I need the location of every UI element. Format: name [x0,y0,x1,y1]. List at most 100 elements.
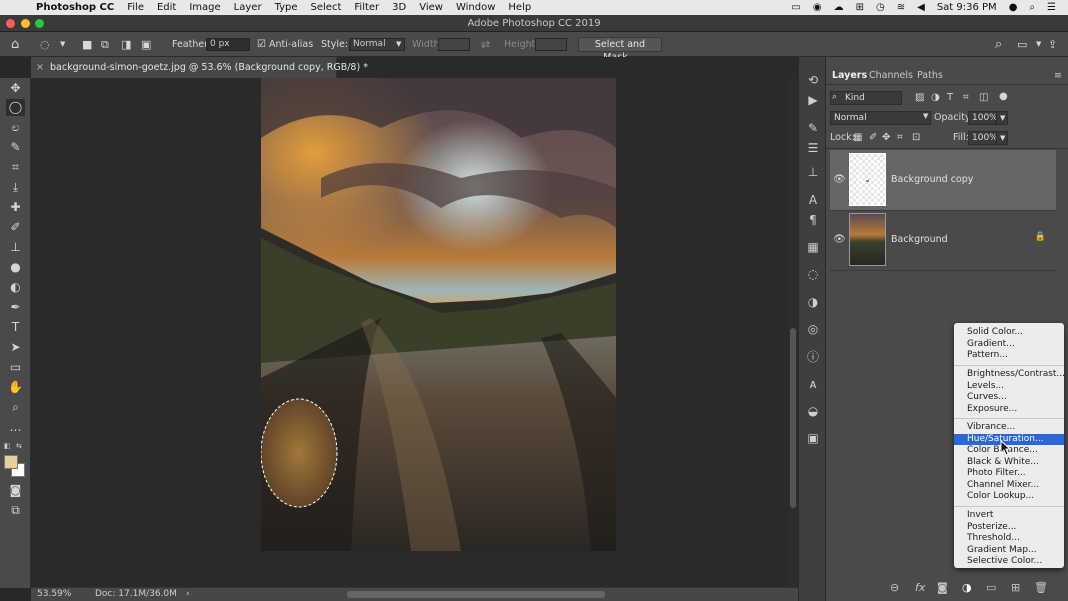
intersect-selection-icon[interactable]: ▣ [141,32,151,57]
more-tools-icon[interactable]: … [6,419,25,436]
new-selection-icon[interactable]: ■ [82,32,92,57]
adjustment-layer-icon[interactable]: ◑ [962,581,972,594]
menu-item-posterize[interactable]: Posterize... [954,522,1064,534]
color-icon[interactable]: ◑ [804,293,822,311]
elliptical-marquee-tool-icon[interactable]: ◯ [6,99,25,116]
home-icon[interactable]: ⌂ [11,32,19,57]
foreground-color-swatch[interactable] [4,455,18,469]
lock-transparent-icon[interactable]: ▦ [853,132,862,143]
menu-item-solid-color[interactable]: Solid Color... [954,327,1064,339]
clone-source-icon[interactable]: ⊥ [804,163,822,181]
filter-pixel-icon[interactable]: ▨ [915,92,924,103]
menu-file[interactable]: File [127,2,144,13]
menu-app-name[interactable]: Photoshop CC [36,2,114,13]
paragraph-icon[interactable]: ¶ [804,211,822,229]
subtract-selection-icon[interactable]: ◨ [121,32,131,57]
zoom-level[interactable]: 53.59% [37,588,71,601]
menu-select[interactable]: Select [311,2,342,13]
swap-icon[interactable]: ⇄ [481,32,490,57]
menu-item-threshold[interactable]: Threshold... [954,533,1064,545]
menu-item-gradient-map[interactable]: Gradient Map... [954,545,1064,557]
width-input[interactable] [438,38,470,51]
cloud-icon[interactable]: ☁ [834,2,844,13]
history-icon[interactable]: ⟲ [804,71,822,89]
user-icon[interactable]: ● [1009,2,1018,13]
tab-channels[interactable]: Channels [869,67,913,84]
swatches-grid-icon[interactable]: ▦ [804,238,822,256]
default-colors-icon[interactable]: ◧ [4,442,13,450]
volume-icon[interactable]: ◀ [917,2,925,13]
document-image[interactable] [261,78,616,551]
libraries-icon[interactable]: ◎ [804,320,822,338]
menu-help[interactable]: Help [508,2,531,13]
chevron-down-icon[interactable]: ▼ [60,32,65,57]
wifi-icon[interactable]: ≋ [897,2,905,13]
layer-name[interactable]: Background [891,234,948,245]
feather-input[interactable]: 0 px [206,38,250,51]
move-tool-icon[interactable]: ✥ [6,80,25,97]
menu-layer[interactable]: Layer [234,2,262,13]
workspace-icon[interactable]: ▭ [1017,32,1027,57]
list-icon[interactable]: ☰ [1047,2,1056,13]
delete-layer-icon[interactable]: 🗑 [1034,581,1048,594]
blur-tool-icon[interactable]: ● [6,259,25,276]
anti-alias-checkbox[interactable]: ☑ [257,32,266,57]
filter-toggle-icon[interactable]: ● [999,91,1008,102]
menu-window[interactable]: Window [456,2,495,13]
menu-item-pattern[interactable]: Pattern... [954,350,1064,362]
clone-stamp-tool-icon[interactable]: ⊥ [6,239,25,256]
filter-type-icon[interactable]: T [947,92,953,103]
menu-item-black-white[interactable]: Black & White... [954,457,1064,469]
new-layer-icon[interactable]: ⊞ [1011,581,1020,594]
visibility-eye-icon[interactable]: 👁 [833,234,846,245]
pen-tool-icon[interactable]: ✒ [6,299,25,316]
menu-item-brightness-contrast[interactable]: Brightness/Contrast... [954,369,1065,381]
tab-paths[interactable]: Paths [917,67,943,84]
opacity-chevron-icon[interactable]: ▼ [996,111,1008,125]
zoom-tool-icon[interactable]: ⌕ [6,399,25,416]
close-tab-icon[interactable]: × [33,57,47,78]
hand-tool-icon[interactable]: ✋ [6,379,25,396]
crop-tool-icon[interactable]: ⌗ [6,159,25,176]
quick-selection-tool-icon[interactable]: ✎ [6,139,25,156]
airplay-icon[interactable]: ▭ [791,2,800,13]
search-icon[interactable]: ⌕ [995,32,1002,57]
tab-layers[interactable]: Layers [832,67,867,84]
menu-item-exposure[interactable]: Exposure... [954,404,1064,416]
filter-smart-object-icon[interactable]: ◫ [979,92,988,103]
fill-chevron-icon[interactable]: ▼ [996,131,1008,145]
menu-item-curves[interactable]: Curves... [954,392,1064,404]
lock-artboard-icon[interactable]: ⌗ [897,132,903,143]
visibility-eye-icon[interactable]: 👁 [833,174,846,185]
healing-brush-tool-icon[interactable]: ✚ [6,199,25,216]
menu-3d[interactable]: 3D [392,2,406,13]
share-icon[interactable]: ⇪ [1048,32,1057,57]
record-icon[interactable]: ◉ [813,2,822,13]
learn-lightbulb-icon[interactable]: ◌ [804,265,822,283]
menu-image[interactable]: Image [189,2,220,13]
menu-item-channel-mixer[interactable]: Channel Mixer... [954,480,1064,492]
character-icon[interactable]: A [804,191,822,209]
lock-all-icon[interactable]: ⊡ [912,132,920,143]
layer-name[interactable]: Background copy [891,174,973,185]
fx-icon[interactable]: fx [915,581,925,594]
link-layers-icon[interactable]: ⊖ [890,581,899,594]
timeline-icon[interactable]: ▣ [804,429,822,447]
spotlight-icon[interactable]: ⌕ [1029,2,1035,13]
add-selection-icon[interactable]: ⧉ [101,32,109,57]
time-machine-icon[interactable]: ◷ [876,2,885,13]
vertical-scroll-thumb[interactable] [790,328,796,508]
vertical-scrollbar[interactable] [789,78,798,588]
screen-mode-icon[interactable]: ⧉ [6,502,25,519]
path-selection-tool-icon[interactable]: ➤ [6,339,25,356]
filter-adjustment-icon[interactable]: ◑ [931,92,940,103]
style-chevron-icon[interactable]: ▼ [396,32,401,57]
blend-mode-chevron-icon[interactable]: ▼ [923,112,928,120]
zoom-window-button[interactable] [35,19,44,28]
document-tab[interactable]: × background-simon-goetz.jpg @ 53.6% (Ba… [31,57,368,78]
swap-colors-icon[interactable]: ⇆ [16,442,25,450]
select-and-mask-button[interactable]: Select and Mask... [578,37,662,63]
layer-filter-kind-select[interactable]: Kind [830,91,902,105]
menu-filter[interactable]: Filter [354,2,379,13]
menu-item-color-lookup[interactable]: Color Lookup... [954,491,1064,503]
